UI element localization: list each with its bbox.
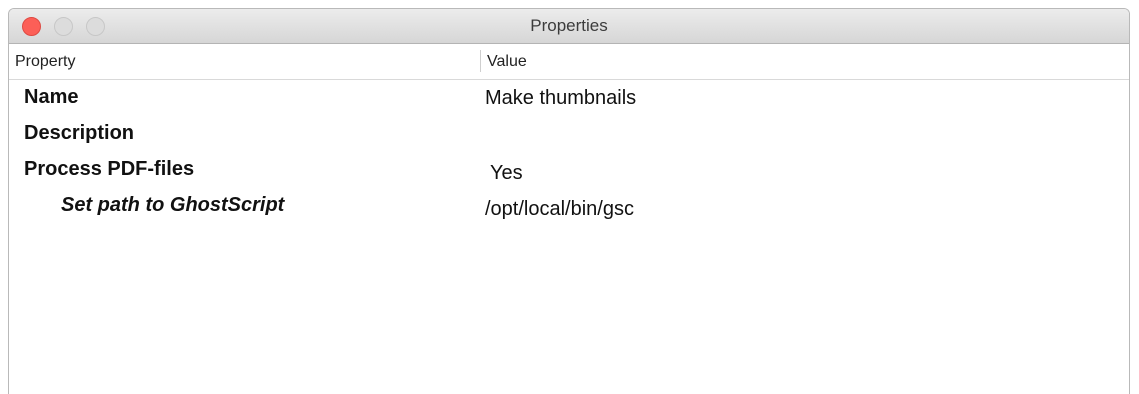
table-row-ghostscript-path[interactable]: Set path to GhostScript /opt/local/bin/g… — [9, 188, 1129, 224]
column-header-property[interactable]: Property — [15, 53, 75, 71]
properties-window: Properties Property Value Name Make thum… — [8, 8, 1130, 394]
column-divider[interactable] — [480, 50, 481, 72]
table-row-process-pdf-files[interactable]: Process PDF-files Yes — [9, 152, 1129, 188]
property-value[interactable]: /opt/local/bin/gsc — [485, 198, 634, 221]
property-label: Description — [24, 122, 135, 144]
property-value[interactable]: Make thumbnails — [485, 87, 636, 110]
property-value[interactable]: Yes — [490, 162, 523, 185]
column-header-value[interactable]: Value — [487, 53, 527, 71]
property-label: Process PDF-files — [24, 158, 195, 180]
property-label: Set path to GhostScript — [61, 194, 285, 216]
table-header: Property Value — [9, 44, 1129, 80]
table-row-name[interactable]: Name Make thumbnails — [9, 80, 1129, 116]
property-label: Name — [24, 86, 79, 108]
window-title: Properties — [530, 16, 608, 35]
title-bar[interactable]: Properties — [9, 9, 1129, 44]
table-row-description[interactable]: Description — [9, 116, 1129, 152]
property-table: Name Make thumbnails Description Process… — [9, 80, 1129, 224]
